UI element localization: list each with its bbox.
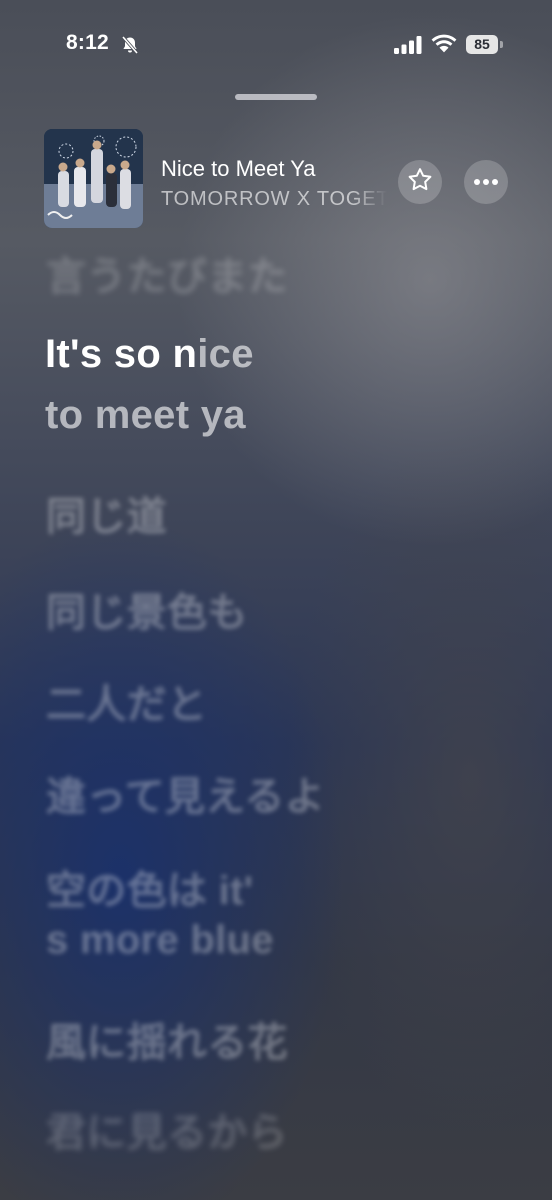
bell-slash-icon <box>120 35 140 55</box>
cellular-signal-icon <box>394 36 422 54</box>
star-icon <box>406 166 434 199</box>
more-options-button[interactable] <box>464 160 508 204</box>
battery-tip <box>500 41 503 48</box>
album-artwork[interactable] <box>44 129 143 228</box>
song-artist: TOMORROW X TOGETHER <box>161 188 387 210</box>
wifi-icon <box>431 34 457 54</box>
lyric-line[interactable]: s more blue <box>46 918 274 963</box>
lyric-line[interactable]: 空の色は it' <box>46 858 253 916</box>
lyric-line[interactable]: 風に揺れる花 <box>46 1010 288 1068</box>
sheet-grabber[interactable] <box>235 94 317 100</box>
lyric-line-active-continued[interactable]: to meet ya <box>45 393 246 438</box>
ellipsis-icon <box>473 173 499 191</box>
lyric-line[interactable]: 同じ道 <box>46 484 167 542</box>
battery-indicator: 85 <box>466 35 498 54</box>
favorite-button[interactable] <box>398 160 442 204</box>
lyric-line[interactable]: 同じ景色も <box>46 580 248 638</box>
lyric-line[interactable]: 君に見るから <box>46 1100 288 1158</box>
song-title: Nice to Meet Ya <box>161 156 316 181</box>
lyric-unsung-portion: ice <box>197 332 254 376</box>
lyric-line-previous[interactable]: 言うたびまた <box>46 244 288 302</box>
lyric-sung-portion: It's so n <box>45 332 198 376</box>
lyric-line[interactable]: 違って見えるよ <box>46 764 325 822</box>
lyric-line-active[interactable]: It's so nice <box>45 332 254 377</box>
status-time: 8:12 <box>66 31 109 54</box>
lyric-line[interactable]: 二人だと <box>46 672 207 730</box>
